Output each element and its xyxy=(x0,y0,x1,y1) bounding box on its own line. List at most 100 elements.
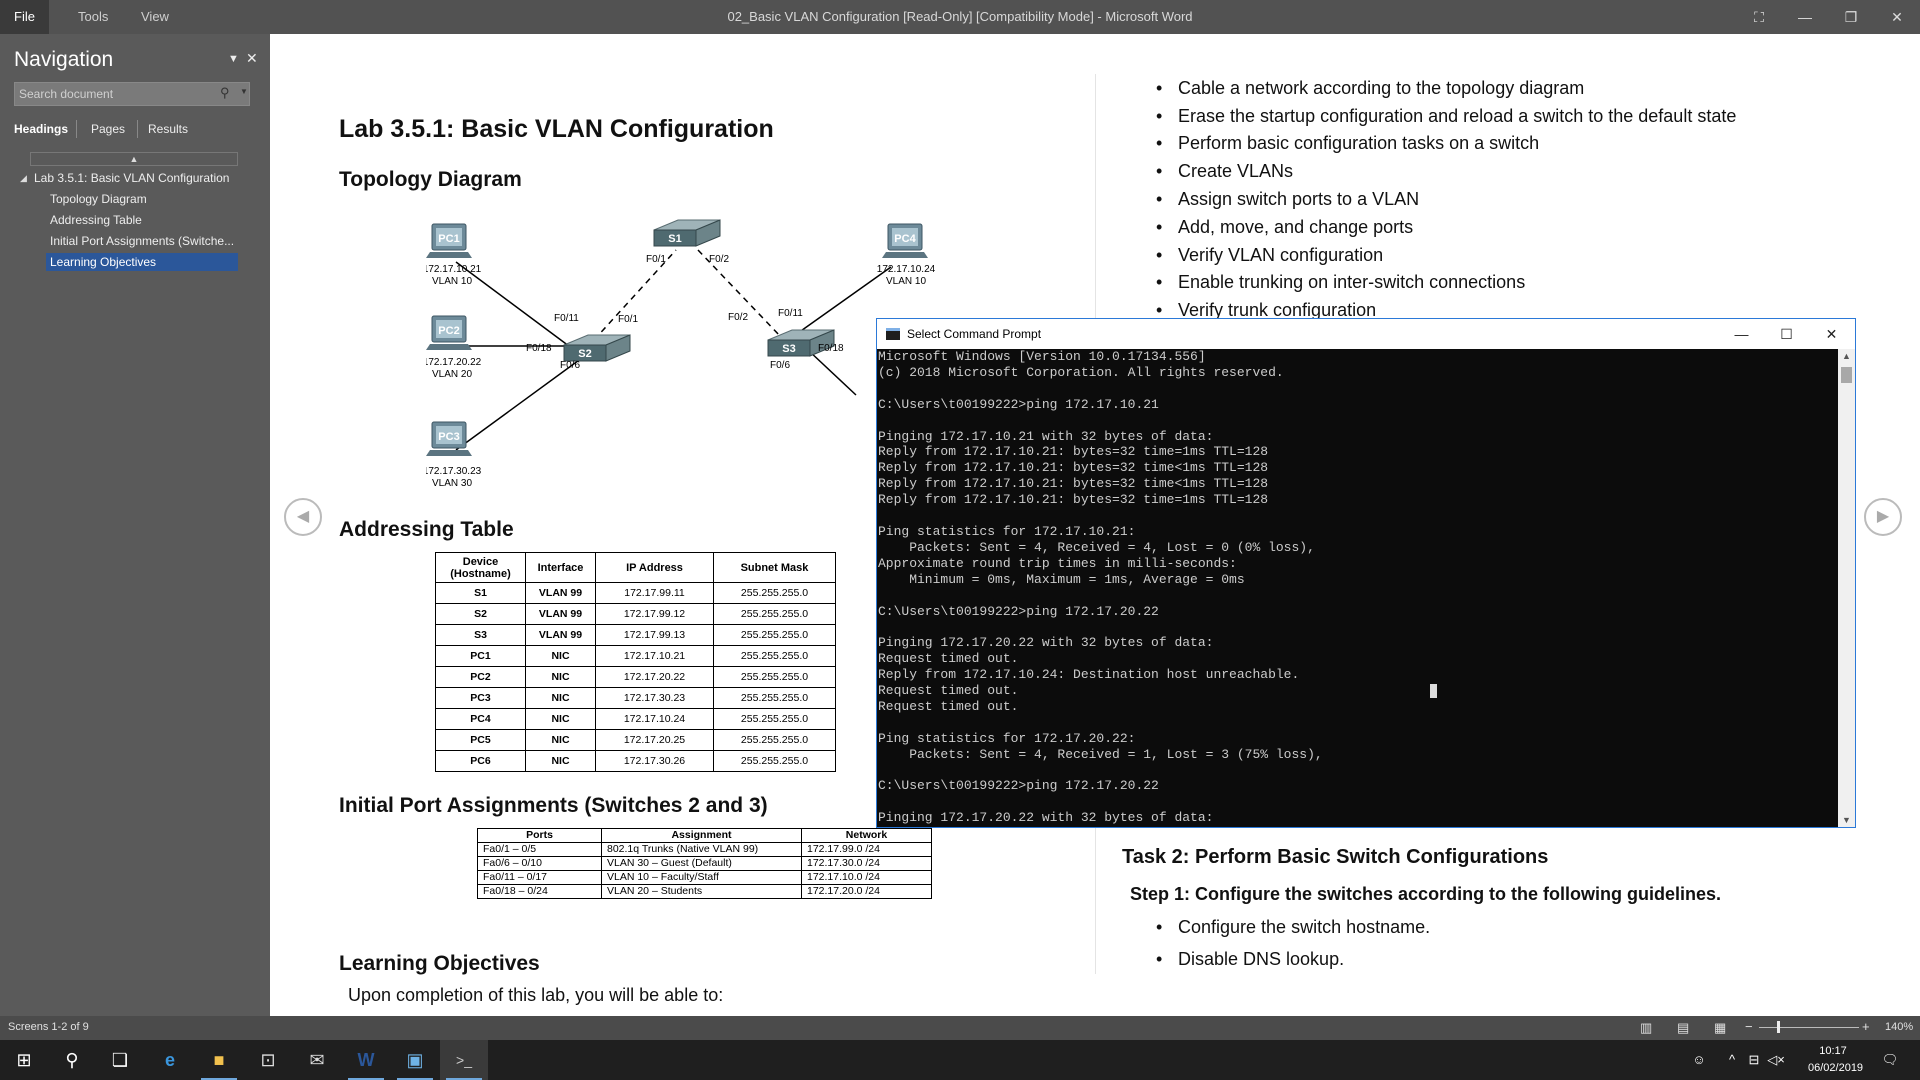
tab-results[interactable]: Results xyxy=(148,122,188,136)
table-cell: 172.17.10.21 xyxy=(595,645,714,667)
scroll-up-icon[interactable]: ▲ xyxy=(1838,351,1855,361)
table-cell: 255.255.255.0 xyxy=(713,729,836,751)
objective-item: Enable trunking on inter-switch connecti… xyxy=(1156,272,1525,293)
pc3: PC3 172.17.30.23 VLAN 30 xyxy=(426,421,482,489)
show-hidden-icons[interactable]: ^ xyxy=(1722,1040,1742,1080)
cmd-minimize-button[interactable]: — xyxy=(1719,319,1764,349)
table-row: PC1 NIC 172.17.10.21 255.255.255.0 xyxy=(435,645,836,667)
pc1-vlan: VLAN 10 xyxy=(432,276,472,287)
table-cell: 255.255.255.0 xyxy=(713,624,836,646)
print-layout-icon[interactable]: ▤ xyxy=(1677,1020,1689,1036)
pc1-ip: 172.17.10.21 xyxy=(426,264,482,275)
table-cell: Fa0/18 – 0/24 xyxy=(477,884,602,899)
table-cell: 172.17.20.0 /24 xyxy=(801,884,932,899)
table-cell: S1 xyxy=(435,582,526,604)
s2-port-f06: F0/6 xyxy=(560,360,580,371)
cmd-scrollbar[interactable]: ▲ ▼ xyxy=(1838,349,1855,827)
clock[interactable]: 10:17 06/02/2019 xyxy=(1808,1044,1864,1080)
pc4: PC4 172.17.10.24 VLAN 10 xyxy=(877,223,936,287)
tab-separator xyxy=(137,120,138,138)
cmd-close-button[interactable]: ✕ xyxy=(1809,319,1854,349)
table-cell: Fa0/1 – 0/5 xyxy=(477,842,602,857)
date: 06/02/2019 xyxy=(1808,1062,1864,1074)
scrollbar-thumb[interactable] xyxy=(1841,367,1852,383)
file-explorer-icon[interactable]: ■ xyxy=(195,1040,243,1080)
scroll-down-icon[interactable]: ▼ xyxy=(1838,815,1855,825)
restore-button[interactable]: ❐ xyxy=(1828,0,1874,34)
table-header-row: Device (Hostname) Interface IP Address S… xyxy=(435,552,836,583)
table-cell: PC1 xyxy=(435,645,526,667)
search-icon[interactable]: ⚲ xyxy=(48,1040,96,1080)
nav-item-lab-title[interactable]: Lab 3.5.1: Basic VLAN Configuration xyxy=(34,169,244,187)
switch-s1-label: S1 xyxy=(668,233,681,245)
step1-item: Disable DNS lookup. xyxy=(1156,949,1344,970)
cmd-maximize-button[interactable]: ☐ xyxy=(1764,319,1809,349)
read-mode-icon[interactable]: ▥ xyxy=(1640,1020,1652,1036)
table-cell: NIC xyxy=(525,687,596,709)
menu-file[interactable]: File xyxy=(0,0,49,34)
volume-icon[interactable]: ◁× xyxy=(1766,1040,1786,1080)
table-cell: 255.255.255.0 xyxy=(713,645,836,667)
console-output[interactable]: Microsoft Windows [Version 10.0.17134.55… xyxy=(877,349,1837,827)
store-icon[interactable]: ⊡ xyxy=(244,1040,292,1080)
previous-screen-icon[interactable]: ◀ xyxy=(284,498,322,536)
zoom-in-button[interactable]: + xyxy=(1862,1019,1870,1034)
command-prompt-taskbar-icon[interactable]: >_ xyxy=(440,1040,488,1080)
column-header: Assignment xyxy=(601,828,802,843)
zoom-slider[interactable] xyxy=(1759,1027,1859,1028)
zoom-level[interactable]: 140% xyxy=(1885,1021,1913,1033)
collapse-all-icon[interactable]: ▲ xyxy=(30,152,238,166)
expand-triangle-icon[interactable]: ◢ xyxy=(20,173,27,184)
close-pane-icon[interactable]: ✕ xyxy=(246,50,258,67)
time: 10:17 xyxy=(1819,1045,1847,1057)
tab-pages[interactable]: Pages xyxy=(91,122,125,136)
objective-item: Create VLANs xyxy=(1156,161,1293,182)
table-row: PC3 NIC 172.17.30.23 255.255.255.0 xyxy=(435,687,836,709)
zoom-out-button[interactable]: − xyxy=(1745,1019,1753,1034)
mail-icon[interactable]: ✉ xyxy=(293,1040,341,1080)
zoom-slider-thumb[interactable] xyxy=(1777,1021,1780,1033)
minimize-button[interactable]: — xyxy=(1782,0,1828,34)
search-icon[interactable]: ⚲ xyxy=(220,85,230,101)
network-icon[interactable]: ⊟ xyxy=(1744,1040,1764,1080)
ports-table: Ports Assignment Network Fa0/1 – 0/5 802.… xyxy=(477,828,932,899)
word-icon[interactable]: W xyxy=(342,1040,390,1080)
nav-item-addressing[interactable]: Addressing Table xyxy=(46,211,238,229)
objectives-heading: Learning Objectives xyxy=(339,952,540,975)
table-cell: 172.17.20.25 xyxy=(595,729,714,751)
menu-tools[interactable]: Tools xyxy=(64,0,122,34)
cmd-title-bar[interactable]: Select Command Prompt — ☐ ✕ xyxy=(877,319,1855,349)
people-icon[interactable]: ☺ xyxy=(1684,1040,1714,1080)
taskbar: ⊞ ⚲ ❏ e ■ ⊡ ✉ W ▣ >_ ☺ ^ ⊟ ◁× 10:17 06/0… xyxy=(0,1040,1920,1080)
search-input[interactable]: Search document xyxy=(14,82,250,106)
nav-item-port-assignments[interactable]: Initial Port Assignments (Switche... xyxy=(46,232,238,250)
nav-item-learning-objectives[interactable]: Learning Objectives xyxy=(46,253,238,271)
menu-view[interactable]: View xyxy=(127,0,183,34)
column-header: Subnet Mask xyxy=(713,552,836,583)
web-layout-icon[interactable]: ▦ xyxy=(1714,1020,1726,1036)
search-dropdown-icon[interactable]: ▼ xyxy=(240,87,248,96)
start-button[interactable]: ⊞ xyxy=(0,1040,48,1080)
column-header: IP Address xyxy=(595,552,714,583)
tab-headings[interactable]: Headings xyxy=(14,122,68,136)
next-screen-icon[interactable]: ▶ xyxy=(1864,498,1902,536)
network-app-icon[interactable]: ▣ xyxy=(391,1040,439,1080)
navigation-pane: Navigation ▼ ✕ Search document ⚲ ▼ Headi… xyxy=(0,34,270,1016)
fullscreen-icon[interactable]: ⛶ xyxy=(1736,0,1782,34)
close-button[interactable]: ✕ xyxy=(1874,0,1920,34)
table-cell: VLAN 30 – Guest (Default) xyxy=(601,856,802,871)
switch-s2: S2 xyxy=(563,334,631,362)
objective-item: Verify VLAN configuration xyxy=(1156,245,1383,266)
pc4-label: PC4 xyxy=(894,233,916,245)
s1-port-f02: F0/2 xyxy=(709,254,729,265)
column-header: Interface xyxy=(525,552,596,583)
command-prompt-window[interactable]: Select Command Prompt — ☐ ✕ Microsoft Wi… xyxy=(876,318,1856,828)
action-center-icon[interactable]: 🗨 xyxy=(1875,1040,1905,1080)
objective-item: Assign switch ports to a VLAN xyxy=(1156,189,1419,210)
nav-item-topology[interactable]: Topology Diagram xyxy=(46,190,238,208)
pane-options-icon[interactable]: ▼ xyxy=(228,53,239,65)
edge-icon[interactable]: e xyxy=(146,1040,194,1080)
task-view-icon[interactable]: ❏ xyxy=(96,1040,144,1080)
table-row: PC2 NIC 172.17.20.22 255.255.255.0 xyxy=(435,666,836,688)
table-row: S1 VLAN 99 172.17.99.11 255.255.255.0 xyxy=(435,582,836,604)
